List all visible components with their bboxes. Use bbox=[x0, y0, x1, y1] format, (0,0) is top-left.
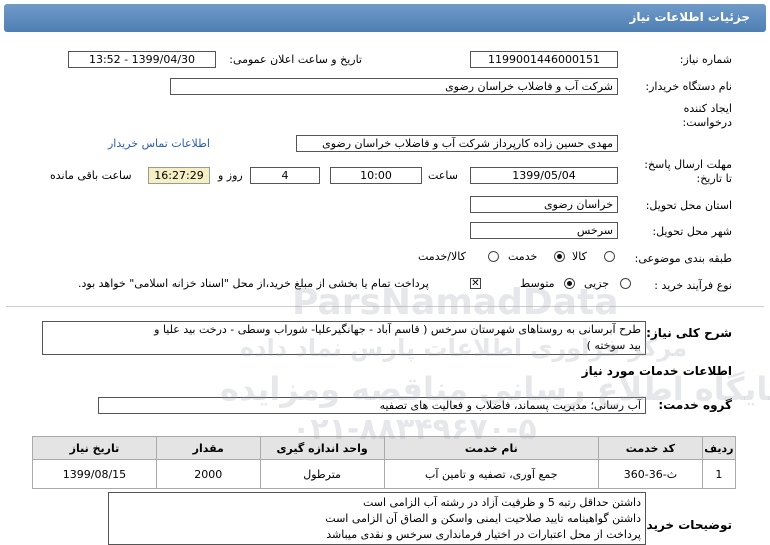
creator-label-line2: درخواست: bbox=[682, 116, 732, 129]
deadline-label-line2: تا تاریخ: bbox=[696, 172, 732, 185]
category-radio-goods[interactable] bbox=[604, 251, 615, 262]
description-line-1: طرح آبرسانی به روستاهای شهرستان سرخس ( ق… bbox=[154, 323, 641, 336]
category-label: طبقه بندی موضوعی: bbox=[634, 252, 732, 265]
category-radio-service[interactable] bbox=[554, 251, 565, 262]
creator-field: مهدی حسین زاده کارپرداز شرکت آب و فاضلاب… bbox=[296, 135, 618, 152]
buyer-org-label: نام دستگاه خریدار: bbox=[645, 80, 732, 93]
category-option-service: خدمت bbox=[508, 250, 538, 263]
category-option-goods-service: کالا/خدمت bbox=[418, 250, 466, 263]
remaining-time-field: 16:27:29 bbox=[148, 167, 210, 184]
col-quantity: مقدار bbox=[155, 436, 261, 460]
col-unit: واحد اندازه گیری bbox=[259, 436, 385, 460]
announce-date-label: تاریخ و ساعت اعلان عمومی: bbox=[229, 53, 362, 66]
deadline-date-field: 1399/05/04 bbox=[470, 167, 618, 184]
category-option-goods: کالا bbox=[572, 250, 587, 263]
table-row: 1 ث-36-360 جمع آوری، تصفیه و تامین آب مت… bbox=[32, 459, 737, 489]
divider bbox=[6, 306, 764, 307]
deadline-time-label: ساعت bbox=[428, 169, 458, 182]
remaining-time-label: ساعت باقی مانده bbox=[50, 169, 132, 182]
deadline-time-field: 10:00 bbox=[330, 167, 422, 184]
creator-label-line1: ایجاد کننده bbox=[683, 102, 732, 115]
cell-row: 1 bbox=[701, 459, 737, 489]
service-group-field: آب رسانی؛ مدیریت پسماند، فاضلاب و فعالیت… bbox=[98, 397, 646, 414]
deadline-label-line1: مهلت ارسال پاسخ: bbox=[644, 158, 732, 171]
buyer-note-line-1: داشتن حداقل رتبه 5 و ظرفیت آزاد در رشته … bbox=[362, 496, 641, 509]
announce-date-field: 1399/04/30 - 13:52 bbox=[68, 51, 216, 68]
buyer-note-line-2: داشتن گواهینامه تایید صلاحیت ایمنی واسکن… bbox=[325, 512, 641, 525]
services-section-title: اطلاعات خدمات مورد نیاز bbox=[581, 364, 732, 378]
process-label: نوع فرآیند خرید : bbox=[654, 279, 732, 292]
buyer-org-field: شرکت آب و فاضلاب خراسان رضوی bbox=[170, 78, 618, 95]
buyer-notes-field: داشتن حداقل رتبه 5 و ظرفیت آزاد در رشته … bbox=[108, 492, 646, 545]
province-label: استان محل تحویل: bbox=[645, 199, 732, 212]
cell-need-date: 1399/08/15 bbox=[32, 459, 157, 489]
cell-quantity: 2000 bbox=[155, 459, 261, 489]
days-remaining-field: 4 bbox=[250, 167, 320, 184]
col-service-code: کد خدمت bbox=[598, 436, 703, 460]
col-service-name: نام خدمت bbox=[383, 436, 600, 460]
need-number-label: شماره نیاز: bbox=[679, 53, 732, 66]
services-table: ردیف کد خدمت نام خدمت واحد اندازه گیری م… bbox=[32, 436, 737, 489]
process-radio-medium[interactable] bbox=[564, 278, 575, 289]
description-line-2: بید سوخته ) bbox=[586, 339, 641, 352]
service-group-label: گروه خدمت: bbox=[658, 398, 732, 412]
process-radio-minor[interactable] bbox=[620, 278, 631, 289]
treasury-payment-note: پرداخت تمام یا بخشی از مبلغ خرید،از محل … bbox=[78, 277, 429, 290]
col-row: ردیف bbox=[701, 436, 737, 460]
cell-service-code: ث-36-360 bbox=[598, 459, 703, 489]
process-option-medium: متوسط bbox=[520, 277, 555, 290]
province-field: خراسان رضوی bbox=[470, 196, 618, 213]
page-title: جزئیات اطلاعات نیاز bbox=[629, 10, 750, 24]
category-radio-goods-service[interactable] bbox=[488, 251, 499, 262]
cell-service-name: جمع آوری، تصفیه و تامین آب bbox=[383, 459, 600, 489]
buyer-contact-link[interactable]: اطلاعات تماس خریدار bbox=[108, 137, 210, 150]
col-need-date: تاریخ نیاز bbox=[32, 436, 157, 460]
description-label: شرح کلی نیاز: bbox=[646, 326, 732, 340]
days-label: روز و bbox=[218, 169, 243, 182]
table-header-row: ردیف کد خدمت نام خدمت واحد اندازه گیری م… bbox=[32, 436, 737, 460]
city-label: شهر محل تحویل: bbox=[652, 225, 732, 238]
process-option-minor: جزیی bbox=[584, 277, 610, 290]
treasury-payment-checkbox[interactable]: ✕ bbox=[470, 278, 481, 289]
buyer-note-line-3: پرداخت از محل اعتبارات در اختیار فرماندا… bbox=[326, 528, 641, 541]
cell-unit: مترطول bbox=[259, 459, 385, 489]
page-header: جزئیات اطلاعات نیاز bbox=[4, 4, 766, 32]
description-field: طرح آبرسانی به روستاهای شهرستان سرخس ( ق… bbox=[42, 321, 646, 355]
need-number-field: 1199001446000151 bbox=[470, 51, 618, 68]
city-field: سرخس bbox=[470, 222, 618, 239]
